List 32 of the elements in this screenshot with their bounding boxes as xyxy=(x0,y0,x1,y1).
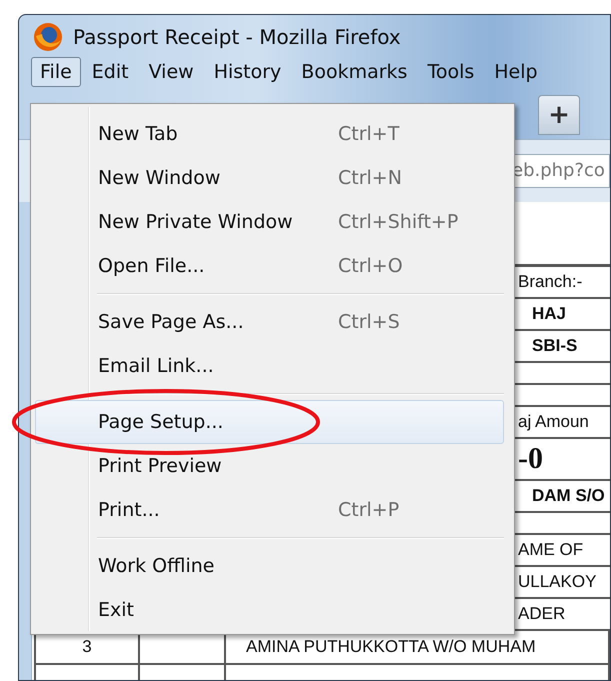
menu-item[interactable]: New Private Window Ctrl+Shift+P xyxy=(35,200,504,244)
table-cell: DAM S/O xyxy=(532,486,605,505)
table-cell: aj Amoun xyxy=(518,412,589,431)
menu-bar-item[interactable]: Tools xyxy=(418,57,484,87)
table-cell: -0 xyxy=(518,442,543,475)
menu-bar-item[interactable]: Help xyxy=(485,57,547,87)
menu-item[interactable]: New Tab Ctrl+T xyxy=(35,112,504,156)
menu-item[interactable]: Print... Ctrl+P xyxy=(35,488,504,532)
table-cell: ULLAKOY xyxy=(518,572,596,591)
menu-item[interactable]: New Window Ctrl+N xyxy=(35,156,504,200)
table-cell: AME OF xyxy=(518,540,584,559)
new-tab-button[interactable]: + xyxy=(538,95,580,135)
menu-item[interactable]: Page Setup... xyxy=(35,400,504,444)
table-cell: Branch:- xyxy=(518,272,582,291)
table-cell: ADER xyxy=(518,604,566,623)
table-cell: AMINA PUTHUKKOTTA W/O MUHAM xyxy=(246,637,536,657)
menu-bar-item[interactable]: View xyxy=(140,57,203,87)
menu-item[interactable]: Save Page As... Ctrl+S xyxy=(35,300,504,344)
menu-item[interactable]: Print Preview xyxy=(35,444,504,488)
menu-item[interactable]: Exit xyxy=(35,588,504,632)
window-title: Passport Receipt - Mozilla Firefox xyxy=(73,25,401,49)
menu-bar-item[interactable]: Edit xyxy=(82,57,138,87)
browser-logo-icon xyxy=(33,22,63,52)
menu-bar-item[interactable]: Bookmarks xyxy=(292,57,416,87)
menu-item[interactable]: Email Link... xyxy=(35,344,504,388)
table-cell: 3 xyxy=(82,637,92,657)
table-cell: SBI-S xyxy=(532,336,578,355)
menu-item[interactable]: Open File... Ctrl+O xyxy=(35,244,504,288)
menu-bar-item[interactable]: File xyxy=(31,57,81,87)
menu-item[interactable]: Work Offline xyxy=(35,544,504,588)
table-cell: HAJ xyxy=(532,304,566,323)
menu-bar-item[interactable]: History xyxy=(204,57,290,87)
